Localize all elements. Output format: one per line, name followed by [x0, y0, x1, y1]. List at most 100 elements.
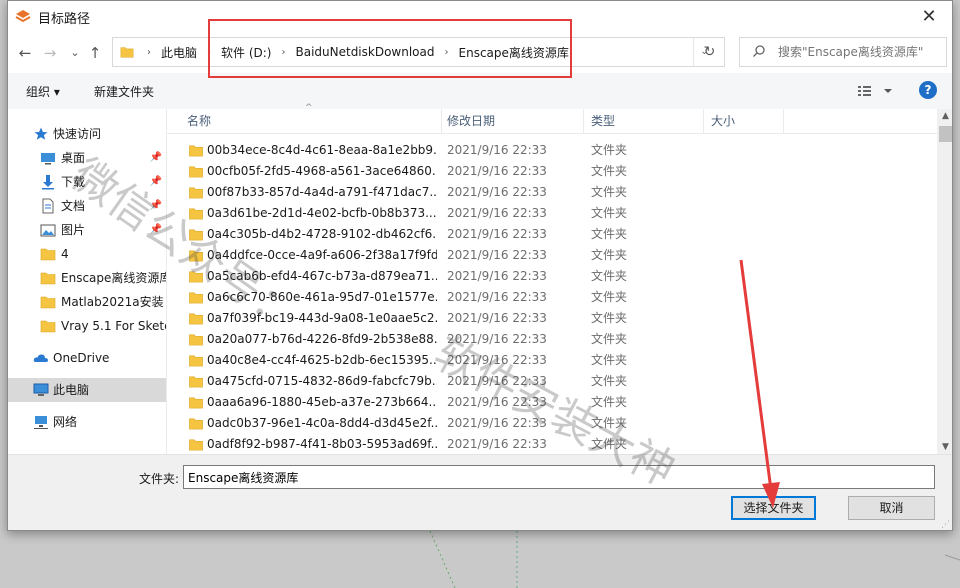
- folder-icon: [40, 272, 56, 285]
- search-input[interactable]: [778, 38, 944, 66]
- list-item[interactable]: 0a4c305b-d4b2-4728-9102-db462cf6... 2021/…: [167, 224, 937, 245]
- file-name: 0a475cfd-0715-4832-86d9-fabcfc79b...: [207, 374, 437, 388]
- sidebar-item-desktop[interactable]: 桌面 📌: [8, 146, 166, 170]
- select-folder-button[interactable]: 选择文件夹: [731, 496, 816, 520]
- file-date: 2021/9/16 22:33: [447, 290, 547, 304]
- file-name: 0a6c6c70-860e-461a-95d7-01e1577e...: [207, 290, 437, 304]
- file-date: 2021/9/16 22:33: [447, 353, 547, 367]
- folder-name-input[interactable]: [183, 465, 935, 489]
- annotation-highlight-box: [208, 19, 572, 78]
- sidebar-item-this-pc[interactable]: 此电脑: [8, 378, 166, 402]
- list-item[interactable]: 0a475cfd-0715-4832-86d9-fabcfc79b... 2021…: [167, 371, 937, 392]
- sidebar-item-quick-access[interactable]: 快速访问: [8, 122, 166, 146]
- folder-icon: [189, 250, 203, 262]
- column-divider[interactable]: [783, 109, 784, 134]
- list-item[interactable]: 0a20a077-b76d-4226-8fd9-2b538e88... 2021/…: [167, 329, 937, 350]
- list-item[interactable]: 00b34ece-8c4d-4c61-8eaa-8a1e2bb9... 2021/…: [167, 140, 937, 161]
- file-name: 0a4c305b-d4b2-4728-9102-db462cf6...: [207, 227, 437, 241]
- download-icon: [42, 175, 54, 190]
- sidebar-item-label: 文档: [61, 199, 86, 213]
- sidebar-item-label: OneDrive: [53, 351, 110, 365]
- sidebar-item-downloads[interactable]: 下载 📌: [8, 170, 166, 194]
- sidebar-item-label: 此电脑: [53, 383, 90, 397]
- sidebar-item-documents[interactable]: 文档 📌: [8, 194, 166, 218]
- file-date: 2021/9/16 22:33: [447, 269, 547, 283]
- file-date: 2021/9/16 22:33: [447, 206, 547, 220]
- sidebar-item-label: 4: [61, 247, 69, 261]
- sidebar-item-label: 图片: [61, 223, 86, 237]
- column-header-name[interactable]: 名称: [179, 109, 441, 134]
- window-title: 目标路径: [38, 12, 91, 27]
- list-item[interactable]: 0aaa6a96-1880-45eb-a37e-273b664... 2021/9…: [167, 392, 937, 413]
- list-item[interactable]: 0adc0b37-96e1-4c0a-8dd4-d3d45e2f... 2021/…: [167, 413, 937, 434]
- folder-icon: [40, 320, 56, 333]
- refresh-button[interactable]: ↻: [695, 37, 725, 67]
- sidebar-item-network[interactable]: 网络: [8, 410, 166, 434]
- forward-button[interactable]: →: [41, 43, 59, 63]
- new-folder-button[interactable]: 新建文件夹: [94, 83, 154, 100]
- resize-grip-icon[interactable]: ⋰: [941, 520, 950, 530]
- column-header-type[interactable]: 类型: [583, 109, 703, 134]
- folder-icon: [189, 229, 203, 241]
- sidebar-item-matlab[interactable]: Matlab2021a安装: [8, 290, 166, 314]
- sidebar-item-pictures[interactable]: 图片 📌: [8, 218, 166, 242]
- recent-locations-button[interactable]: ⌄: [66, 43, 84, 63]
- arrow-right-icon: →: [43, 44, 57, 62]
- command-toolbar: 组织 ▾ 新建文件夹 ?: [8, 73, 952, 109]
- up-button[interactable]: ↑: [86, 43, 104, 63]
- file-type: 文件夹: [591, 164, 628, 178]
- sidebar-item-onedrive[interactable]: OneDrive: [8, 346, 166, 370]
- column-header-size[interactable]: 大小: [703, 109, 783, 134]
- sidebar-item-label: 桌面: [61, 151, 86, 165]
- list-item[interactable]: 0a7f039f-bc19-443d-9a08-1e0aae5c2... 2021…: [167, 308, 937, 329]
- list-item[interactable]: 0a6c6c70-860e-461a-95d7-01e1577e... 2021/…: [167, 287, 937, 308]
- file-name: 00b34ece-8c4d-4c61-8eaa-8a1e2bb9...: [207, 143, 437, 157]
- cancel-button[interactable]: 取消: [848, 496, 935, 520]
- help-icon: ?: [924, 83, 932, 97]
- refresh-icon: ↻: [703, 44, 716, 60]
- view-options-icon[interactable]: [856, 82, 896, 100]
- search-box[interactable]: [739, 37, 947, 67]
- scroll-down-button[interactable]: ▼: [937, 440, 952, 454]
- folder-icon: [40, 296, 56, 309]
- breadcrumb-item-this-pc[interactable]: 此电脑: [161, 44, 197, 61]
- chevron-up-icon: ▲: [942, 111, 949, 121]
- file-date: 2021/9/16 22:33: [447, 248, 547, 262]
- sidebar-item-folder-4[interactable]: 4: [8, 242, 166, 266]
- scroll-thumb[interactable]: [939, 126, 952, 142]
- sidebar-item-enscape[interactable]: Enscape离线资源库: [8, 266, 166, 290]
- dialog-footer: 文件夹: 选择文件夹 取消 ⋰: [8, 454, 952, 530]
- folder-icon: [189, 145, 203, 157]
- star-icon: [34, 127, 48, 140]
- close-button[interactable]: ✕: [906, 1, 952, 32]
- folder-icon: [189, 208, 203, 220]
- list-item[interactable]: 0a40c8e4-cc4f-4625-b2db-6ec15395... 2021/…: [167, 350, 937, 371]
- arrow-up-icon: ↑: [88, 44, 102, 62]
- list-item[interactable]: 0a5cab6b-efd4-467c-b73a-d879ea71... 2021/…: [167, 266, 937, 287]
- file-date: 2021/9/16 22:33: [447, 416, 547, 430]
- list-item[interactable]: 0a3d61be-2d1d-4e02-bcfb-0b8b373... 2021/9…: [167, 203, 937, 224]
- file-date: 2021/9/16 22:33: [447, 311, 547, 325]
- folder-field-label: 文件夹:: [139, 472, 180, 486]
- help-button[interactable]: ?: [919, 81, 937, 99]
- file-type: 文件夹: [591, 248, 628, 262]
- list-item[interactable]: 0a4ddfce-0cce-4a9f-a606-2f38a17f9fdf 2021…: [167, 245, 937, 266]
- column-header-date[interactable]: 修改日期: [439, 109, 579, 134]
- back-button[interactable]: ←: [16, 43, 34, 63]
- cloud-icon: [33, 354, 48, 362]
- scroll-up-button[interactable]: ▲: [937, 109, 952, 123]
- folder-icon: [189, 292, 203, 304]
- file-name: 0adc0b37-96e1-4c0a-8dd4-d3d45e2f...: [207, 416, 437, 430]
- vertical-scrollbar[interactable]: ▲ ▼: [937, 109, 952, 454]
- desktop-icon: [41, 153, 55, 165]
- organize-menu[interactable]: 组织 ▾: [26, 83, 60, 100]
- list-item[interactable]: 00f87b33-857d-4a4d-a791-f471dac7... 2021/…: [167, 182, 937, 203]
- folder-icon: [189, 355, 203, 367]
- sidebar-item-vray[interactable]: Vray 5.1 For Sketch: [8, 314, 166, 338]
- folder-icon: [189, 439, 203, 451]
- file-name: 0a40c8e4-cc4f-4625-b2db-6ec15395...: [207, 353, 437, 367]
- list-item[interactable]: 00cfb05f-2fd5-4968-a561-3ace64860... 2021…: [167, 161, 937, 182]
- sidebar-item-label: Vray 5.1 For Sketch: [61, 319, 166, 333]
- list-item[interactable]: 0adf8f92-b987-4f41-8b03-5953ad69f... 2021…: [167, 434, 937, 455]
- breadcrumb-separator: ›: [147, 46, 151, 58]
